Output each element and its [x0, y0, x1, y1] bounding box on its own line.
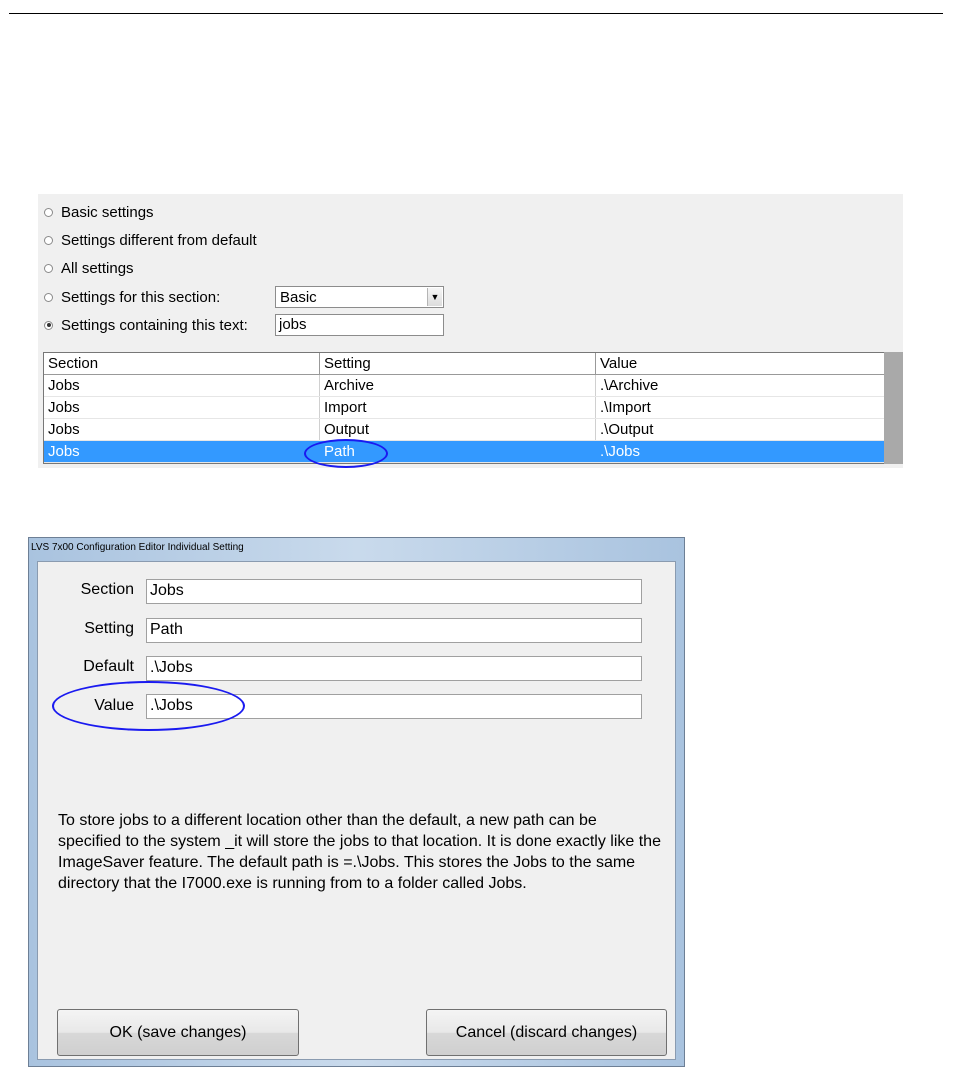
section-field-label: Section: [80, 581, 134, 598]
help-text: To store jobs to a different location ot…: [58, 812, 661, 892]
table-row[interactable]: Jobs Import .\Import: [44, 396, 888, 419]
cell-value: .\Output: [595, 418, 888, 441]
cell-setting: Import: [319, 396, 596, 419]
cell-section: Jobs: [44, 440, 320, 463]
radio-settings-different[interactable]: Settings different from default: [44, 230, 257, 250]
cell-setting: Archive: [319, 374, 596, 397]
default-field-label: Default: [83, 658, 134, 675]
radio-label: Settings for this section:: [61, 288, 221, 306]
setting-field[interactable]: Path: [146, 618, 642, 643]
cell-section: Jobs: [44, 396, 320, 419]
radio-circle-icon: [44, 292, 53, 302]
cell-section: Jobs: [44, 374, 320, 397]
annotation-ellipse-path: [304, 439, 388, 468]
section-combo[interactable]: Basic ▼: [275, 286, 444, 308]
text-filter-input[interactable]: jobs: [275, 314, 444, 336]
radio-label: Basic settings: [61, 203, 154, 221]
radio-all-settings[interactable]: All settings: [44, 258, 134, 278]
cell-section: Jobs: [44, 418, 320, 441]
setting-field-label: Setting: [84, 620, 134, 637]
cancel-discard-button[interactable]: Cancel (discard changes): [426, 1009, 667, 1056]
cell-value: .\Archive: [595, 374, 888, 397]
table-row[interactable]: Jobs Archive .\Archive: [44, 374, 888, 397]
config-filter-panel: Basic settings Settings different from d…: [38, 194, 903, 468]
radio-basic-settings[interactable]: Basic settings: [44, 202, 154, 222]
annotation-ellipse-value: [52, 681, 245, 731]
dialog-client-area: Section Jobs Setting Path Default .\Jobs…: [37, 561, 676, 1060]
radio-circle-icon: [44, 235, 53, 245]
individual-setting-dialog: LVS 7x00 Configuration Editor Individual…: [28, 537, 685, 1067]
top-horizontal-rule: [9, 13, 943, 14]
column-header-section[interactable]: Section: [44, 353, 320, 375]
radio-label: Settings containing this text:: [61, 316, 248, 334]
default-field[interactable]: .\Jobs: [146, 656, 642, 681]
grid-header-row: Section Setting Value: [44, 353, 888, 375]
radio-circle-icon: [44, 263, 53, 273]
section-field[interactable]: Jobs: [146, 579, 642, 604]
settings-grid: Section Setting Value Jobs Archive .\Arc…: [43, 352, 889, 464]
section-combo-value: Basic: [280, 289, 317, 306]
column-header-value[interactable]: Value: [595, 353, 888, 375]
cell-setting: Output: [319, 418, 596, 441]
ok-save-button[interactable]: OK (save changes): [57, 1009, 299, 1056]
radio-selected-icon: [44, 320, 53, 330]
dropdown-arrow-icon[interactable]: ▼: [427, 288, 442, 306]
cell-value: .\Import: [595, 396, 888, 419]
table-row-selected[interactable]: Jobs Path .\Jobs: [44, 440, 888, 463]
radio-settings-containing-text[interactable]: Settings containing this text:: [44, 315, 248, 335]
radio-settings-for-section[interactable]: Settings for this section:: [44, 287, 220, 307]
column-header-setting[interactable]: Setting: [319, 353, 596, 375]
radio-label: Settings different from default: [61, 231, 257, 249]
table-row[interactable]: Jobs Output .\Output: [44, 418, 888, 441]
radio-circle-icon: [44, 207, 53, 217]
grid-scrollbar[interactable]: [884, 352, 903, 464]
cell-value: .\Jobs: [595, 440, 888, 463]
radio-label: All settings: [61, 259, 134, 277]
dialog-title: LVS 7x00 Configuration Editor Individual…: [31, 542, 244, 553]
